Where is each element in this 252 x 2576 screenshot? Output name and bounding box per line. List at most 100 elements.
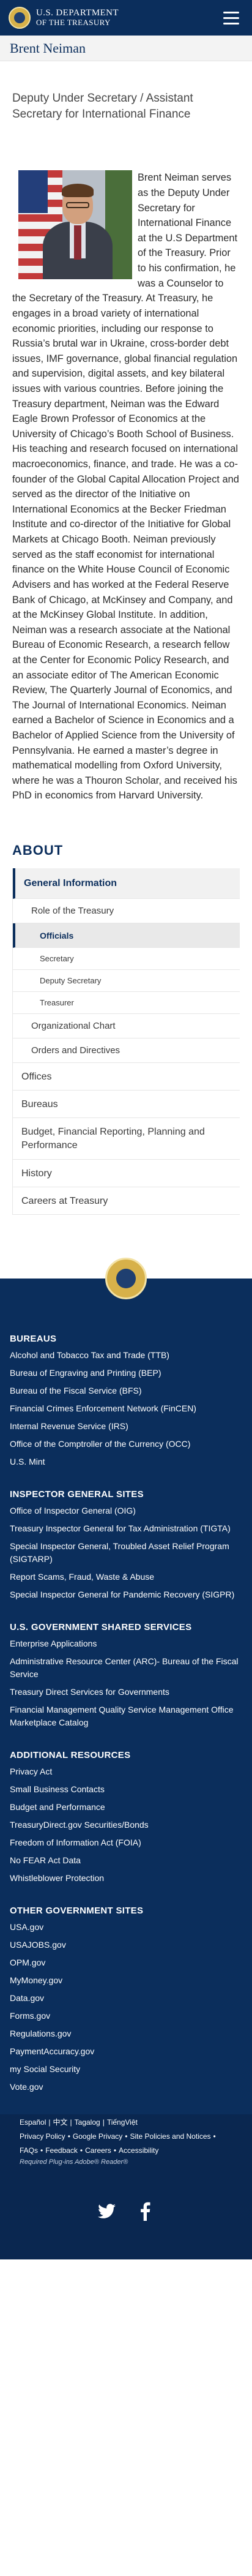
lang-link-vietnamese[interactable]: TiếngViệt [107,2118,138,2127]
footer-link-arc[interactable]: Administrative Resource Center (ARC)- Bu… [10,1653,242,1683]
footer-link-occ[interactable]: Office of the Comptroller of the Currenc… [10,1435,242,1453]
separator: | [70,2118,72,2127]
treasury-seal-icon [9,7,31,29]
footer-link-vote-gov[interactable]: Vote.gov [10,2078,242,2096]
footer-link-data-gov[interactable]: Data.gov [10,1989,242,2007]
footer-link-usajobs[interactable]: USAJOBS.gov [10,1936,242,1954]
footer-link-whistleblower[interactable]: Whistleblower Protection [10,1869,242,1887]
us-flag-canton [18,170,48,214]
footer-link-budget-performance[interactable]: Budget and Performance [10,1798,242,1816]
nav-officials[interactable]: Officials [13,923,240,948]
nav-bureaus[interactable]: Bureaus [13,1091,240,1119]
nav-careers[interactable]: Careers at Treasury [13,1187,240,1215]
site-header: U.S. DEPARTMENT OF THE TREASURY [0,0,252,36]
footer-link-mymoney[interactable]: MyMoney.gov [10,1972,242,1989]
google-privacy-link[interactable]: Google Privacy [73,2132,122,2141]
brand-wordmark: U.S. DEPARTMENT OF THE TREASURY [36,8,119,28]
footer-link-privacy-act[interactable]: Privacy Act [10,1763,242,1781]
footer-heading-inspector-general: INSPECTOR GENERAL SITES [10,1489,144,1500]
separator: • [40,2146,43,2155]
footer-link-sigtarp[interactable]: Special Inspector General, Troubled Asse… [10,1538,242,1568]
footer-link-foia[interactable]: Freedom of Information Act (FOIA) [10,1834,242,1852]
separator: • [125,2132,128,2141]
official-portrait [18,170,132,280]
footer-link-tigta[interactable]: Treasury Inspector General for Tax Admin… [10,1520,242,1538]
lang-link-espanol[interactable]: Español [20,2118,46,2127]
nav-treasurer[interactable]: Treasurer [13,992,240,1015]
footer-link-irs[interactable]: Internal Revenue Service (IRS) [10,1418,242,1435]
footer-link-us-mint[interactable]: U.S. Mint [10,1453,242,1471]
footer-link-bep[interactable]: Bureau of Engraving and Printing (BEP) [10,1364,242,1382]
footer-link-opm[interactable]: OPM.gov [10,1954,242,1972]
separator: • [213,2132,216,2141]
footer-heading-bureaus: BUREAUS [10,1334,57,1345]
footer-link-sigpr[interactable]: Special Inspector General for Pandemic R… [10,1586,242,1604]
footer-link-payment-accuracy[interactable]: PaymentAccuracy.gov [10,2043,242,2060]
site-footer: BUREAUS Alcohol and Tobacco Tax and Trad… [0,1258,252,2260]
nav-history[interactable]: History [13,1160,240,1188]
separator: • [80,2146,83,2155]
nav-orders-and-directives[interactable]: Orders and Directives [13,1038,240,1064]
brand-line-2: OF THE TREASURY [36,18,111,28]
footer-link-fm-qsmo[interactable]: Financial Management Quality Service Man… [10,1701,242,1732]
footer-bottom-bar: Español | 中文 | Tagalog | TiếngViệt Privacy Pol… [0,2114,252,2260]
job-title: Deputy Under Secretary / Assistant Secre… [12,92,193,121]
footer-link-usa-gov[interactable]: USA.gov [10,1918,242,1936]
footer-link-bfs[interactable]: Bureau of the Fiscal Service (BFS) [10,1382,242,1400]
nav-budget[interactable]: Budget, Financial Reporting, Planning an… [13,1118,240,1160]
footer-bureaus: BUREAUS Alcohol and Tobacco Tax and Trad… [10,1334,242,1471]
portrait-hair [62,184,94,198]
lang-link-tagalog[interactable]: Tagalog [75,2118,100,2127]
title-bar: Brent Neiman [0,36,252,61]
menu-bar [223,11,239,13]
nav-secretary[interactable]: Secretary [13,948,240,971]
footer-link-regulations[interactable]: Regulations.gov [10,2025,242,2043]
nav-deputy-secretary[interactable]: Deputy Secretary [13,970,240,993]
social-links [10,2168,242,2259]
footer-heading-shared-services: U.S. GOVERNMENT SHARED SERVICES [10,1622,192,1633]
nav-role-of-treasury[interactable]: Role of the Treasury [13,899,240,924]
accessibility-link[interactable]: Accessibility [119,2146,158,2155]
footer-link-enterprise-applications[interactable]: Enterprise Applications [10,1635,242,1653]
footer-link-ttb[interactable]: Alcohol and Tobacco Tax and Trade (TTB) [10,1346,242,1364]
footer-treasury-seal-icon [105,1258,147,1300]
footer-link-treasury-direct-services[interactable]: Treasury Direct Services for Governments [10,1683,242,1701]
footer-link-report-scams[interactable]: Report Scams, Fraud, Waste & Abuse [10,1568,242,1586]
separator: | [102,2118,105,2127]
footer-link-treasurydirect[interactable]: TreasuryDirect.gov Securities/Bonds [10,1816,242,1834]
footer-additional-resources: ADDITIONAL RESOURCES Privacy Act Small B… [10,1750,242,1887]
brand-line-1: U.S. DEPARTMENT [36,8,119,18]
policy-links: Privacy Policy • Google Privacy • Site Polic… [20,2128,232,2142]
menu-bar [223,22,239,24]
nav-organizational-chart[interactable]: Organizational Chart [13,1014,240,1039]
footer-link-forms-gov[interactable]: Forms.gov [10,2007,242,2025]
faqs-link[interactable]: FAQs [20,2146,38,2155]
footer-link-small-business[interactable]: Small Business Contacts [10,1781,242,1798]
footer-heading-other-sites: OTHER GOVERNMENT SITES [10,1906,144,1917]
twitter-icon[interactable] [98,2203,116,2224]
treasury-home-link[interactable]: U.S. DEPARTMENT OF THE TREASURY [9,7,119,29]
main-content: Deputy Under Secretary / Assistant Secre… [0,91,252,1215]
site-policies-link[interactable]: Site Policies and Notices [130,2132,210,2141]
privacy-policy-link[interactable]: Privacy Policy [20,2132,65,2141]
separator: • [113,2146,117,2155]
portrait-glasses [66,202,89,209]
careers-link[interactable]: Careers [85,2146,111,2155]
footer-heading-additional-resources: ADDITIONAL RESOURCES [10,1750,131,1761]
footer-link-no-fear[interactable]: No FEAR Act Data [10,1852,242,1869]
nav-general-information[interactable]: General Information [13,868,240,899]
facebook-icon[interactable] [136,2201,154,2226]
footer-link-oig[interactable]: Office of Inspector General (OIG) [10,1502,242,1520]
about-heading: ABOUT [12,843,64,858]
nav-offices[interactable]: Offices [13,1063,240,1091]
bio-section: Brent Neiman serves as the Deputy Under … [12,170,240,803]
lang-link-chinese[interactable]: 中文 [53,2118,68,2127]
hamburger-menu-icon[interactable] [219,7,243,29]
required-plugins[interactable]: Required Plug-ins Adobe® Reader® [20,2157,232,2168]
feedback-link[interactable]: Feedback [45,2146,78,2155]
separator: • [67,2132,70,2141]
portrait-tie [74,225,81,260]
footer-link-fincen[interactable]: Financial Crimes Enforcement Network (Fi… [10,1400,242,1418]
footer-link-my-social-security[interactable]: my Social Security [10,2060,242,2078]
footer-shared-services: U.S. GOVERNMENT SHARED SERVICES Enterpri… [10,1622,242,1732]
